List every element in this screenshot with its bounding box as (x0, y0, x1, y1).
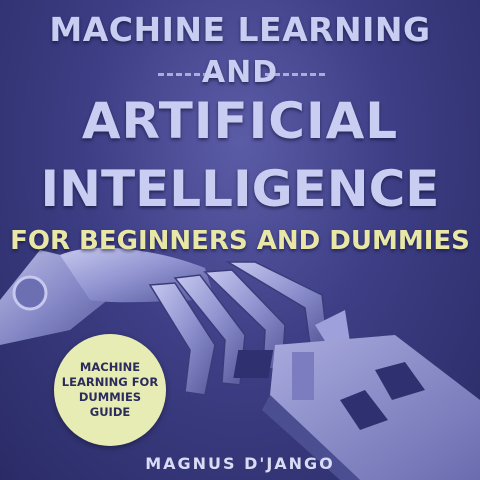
subtitle: FOR BEGINNERS AND DUMMIES (10, 226, 470, 256)
title-line-2: AND (201, 55, 279, 90)
title-line-1: MACHINE LEARNING (49, 10, 431, 49)
author-name: MAGNUS D'JANGO (145, 454, 335, 473)
guide-badge: MACHINE LEARNING FOR DUMMIES GUIDE (54, 334, 166, 446)
decorative-rule-right (265, 73, 325, 76)
book-cover: MACHINE LEARNING AND ARTIFICIAL INTELLIG… (0, 0, 480, 480)
title-line-4: INTELLIGENCE (40, 160, 440, 218)
title-line-3: ARTIFICIAL (81, 92, 399, 150)
badge-line-3: DUMMIES (78, 390, 142, 404)
badge-line-1: MACHINE (79, 360, 141, 374)
badge-line-2: LEARNING FOR (61, 375, 159, 389)
badge-line-4: GUIDE (89, 405, 131, 419)
